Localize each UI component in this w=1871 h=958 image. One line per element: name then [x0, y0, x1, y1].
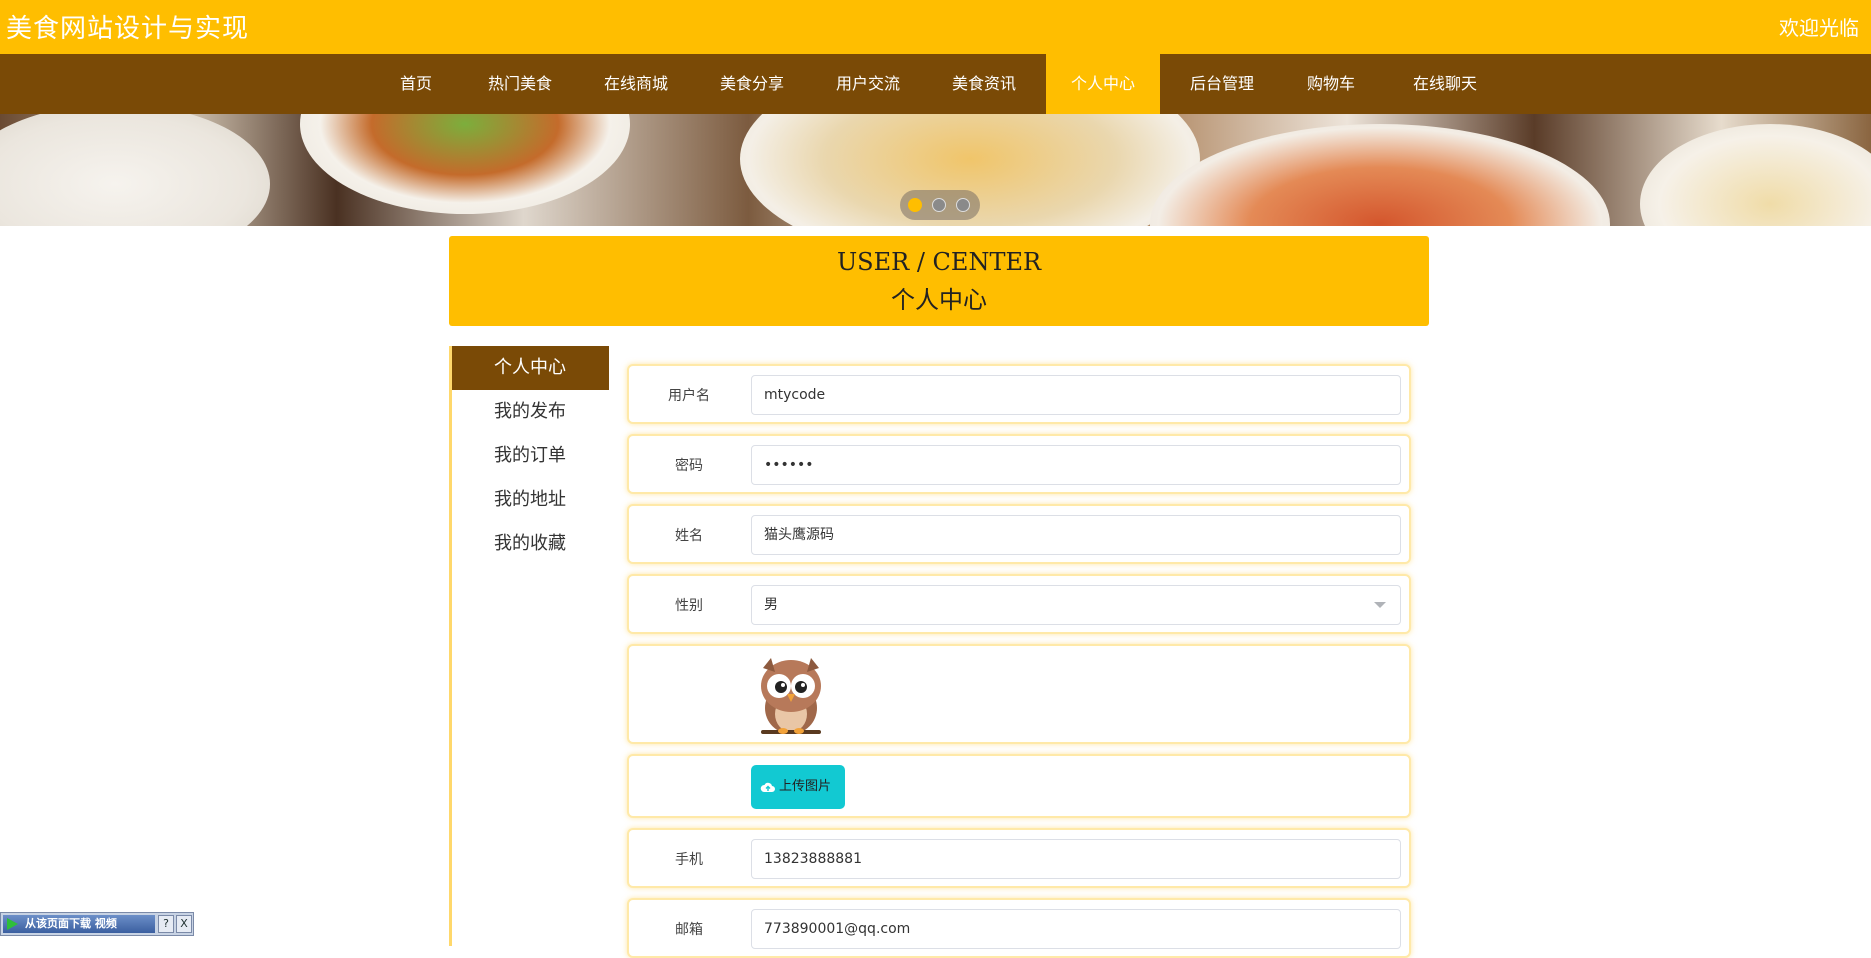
phone-label: 手机 [675, 852, 703, 868]
user-center-header: USER / CENTER 个人中心 [449, 236, 1429, 326]
gender-label: 性别 [675, 598, 703, 614]
side-item-user-center[interactable]: 个人中心 [452, 346, 609, 390]
gender-selected-value: 男 [764, 597, 778, 613]
side-item-my-posts[interactable]: 我的发布 [452, 390, 609, 434]
nav-item-shop[interactable]: 在线商城 [586, 54, 686, 114]
site-title: 美食网站设计与实现 [6, 14, 250, 44]
side-item-my-address[interactable]: 我的地址 [452, 478, 609, 522]
avatar-row [627, 644, 1411, 744]
welcome-text: 欢迎光临 [1779, 16, 1859, 40]
email-label: 邮箱 [675, 922, 703, 938]
nav-item-admin[interactable]: 后台管理 [1172, 54, 1272, 114]
nav-item-news[interactable]: 美食资讯 [934, 54, 1034, 114]
header-english-title: USER / CENTER [836, 248, 1042, 276]
phone-row: 手机 13823888881 [627, 828, 1411, 888]
username-input[interactable]: mtycode [751, 375, 1401, 415]
download-label: 从该页面下载 视频 [25, 917, 117, 930]
carousel-dot-3[interactable] [956, 198, 970, 212]
carousel-indicator [900, 190, 980, 220]
user-side-menu: 个人中心 我的发布 我的订单 我的地址 我的收藏 [449, 346, 609, 946]
password-row: 密码 •••••• [627, 434, 1411, 494]
cloud-upload-icon [760, 782, 775, 792]
upload-button-label: 上传图片 [779, 779, 832, 794]
nav-item-home[interactable]: 首页 [382, 54, 450, 114]
nav-item-share[interactable]: 美食分享 [702, 54, 802, 114]
email-row: 邮箱 773890001@qq.com [627, 898, 1411, 958]
help-button[interactable]: ? [158, 915, 174, 933]
name-label: 姓名 [675, 528, 703, 544]
name-input[interactable]: 猫头鹰源码 [751, 515, 1401, 555]
gender-select[interactable]: 男 [751, 585, 1401, 625]
video-download-widget: 从该页面下载 视频 ? X [0, 912, 194, 936]
carousel-dot-2[interactable] [932, 198, 946, 212]
close-button[interactable]: X [176, 915, 192, 933]
download-video-button[interactable]: 从该页面下载 视频 [3, 915, 155, 933]
nav-item-chat[interactable]: 在线聊天 [1390, 54, 1500, 114]
name-row: 姓名 猫头鹰源码 [627, 504, 1411, 564]
chevron-down-icon [1374, 602, 1386, 608]
salad-plate [300, 114, 630, 214]
carousel-dot-1[interactable] [908, 198, 922, 212]
gender-row: 性别 男 [627, 574, 1411, 634]
email-input[interactable]: 773890001@qq.com [751, 909, 1401, 949]
phone-input[interactable]: 13823888881 [751, 839, 1401, 879]
side-item-my-orders[interactable]: 我的订单 [452, 434, 609, 478]
header-chinese-title: 个人中心 [891, 286, 987, 314]
side-dish-plate [1640, 124, 1871, 226]
password-input[interactable]: •••••• [751, 445, 1401, 485]
username-row: 用户名 mtycode [627, 364, 1411, 424]
nav-item-forum[interactable]: 用户交流 [818, 54, 918, 114]
rice-bowl [0, 114, 270, 226]
username-label: 用户名 [668, 388, 710, 404]
play-icon [7, 918, 18, 930]
owl-avatar-icon [761, 658, 821, 734]
soup-bowl [1150, 124, 1610, 226]
nav-item-user-center[interactable]: 个人中心 [1046, 54, 1160, 114]
nav-item-cart[interactable]: 购物车 [1286, 54, 1376, 114]
main-nav: 首页 热门美食 在线商城 美食分享 用户交流 美食资讯 个人中心 后台管理 购物… [0, 54, 1871, 114]
top-bar: 美食网站设计与实现 欢迎光临 [0, 0, 1871, 54]
password-label: 密码 [675, 458, 703, 474]
side-item-my-favorites[interactable]: 我的收藏 [452, 522, 609, 566]
nav-item-hot-food[interactable]: 热门美食 [470, 54, 570, 114]
upload-image-button[interactable]: 上传图片 [751, 765, 845, 809]
upload-row: 上传图片 [627, 754, 1411, 818]
